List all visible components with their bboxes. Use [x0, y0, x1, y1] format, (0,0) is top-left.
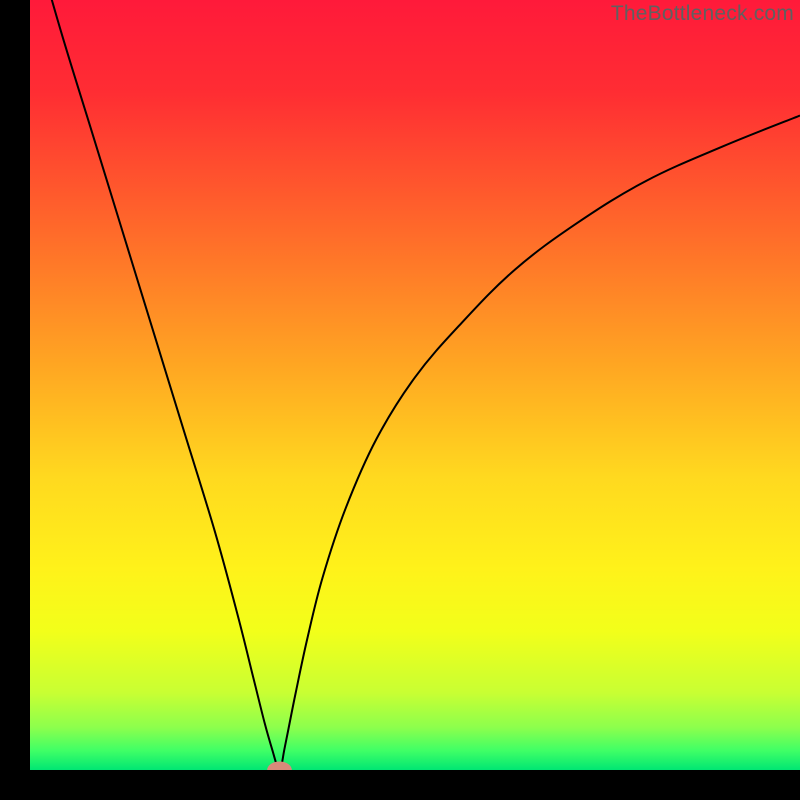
chart-frame: [30, 0, 800, 770]
gradient-background: [30, 0, 800, 770]
bottleneck-chart: [30, 0, 800, 770]
watermark-text: TheBottleneck.com: [611, 2, 794, 26]
